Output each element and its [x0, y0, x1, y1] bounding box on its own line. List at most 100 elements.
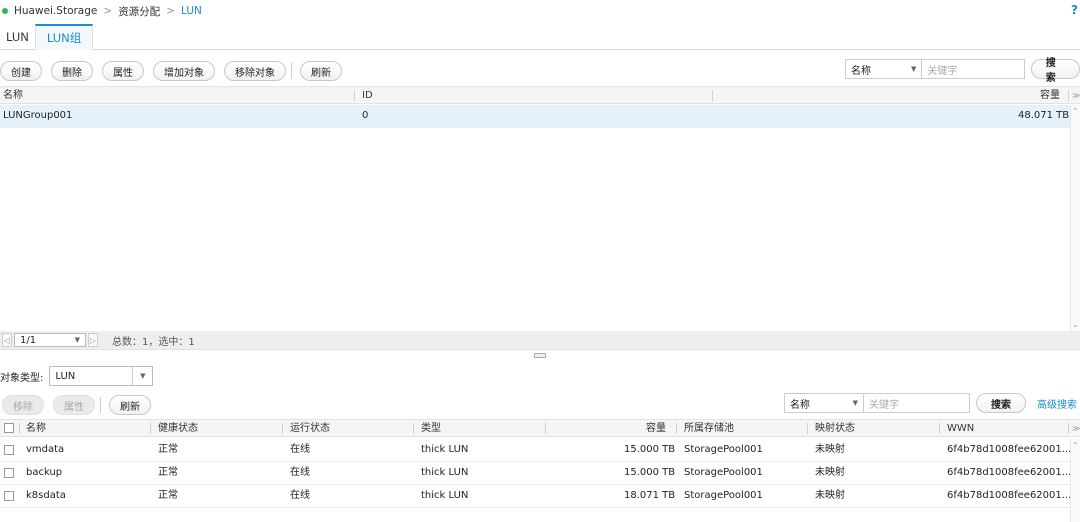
search-field-select[interactable]: 名称 ▼ — [845, 59, 923, 79]
search-input[interactable]: 关键字 — [922, 59, 1025, 79]
cell-wwn: 6f4b78d1008fee62001... — [947, 467, 1072, 478]
column-divider — [712, 90, 713, 101]
cell-wwn: 6f4b78d1008fee62001... — [947, 490, 1072, 501]
cell-running: 在线 — [290, 490, 310, 501]
lun-group-table-header: 名称 ID 容量 ≫ — [0, 86, 1080, 104]
member-search-field-select[interactable]: 名称 ▼ — [784, 393, 864, 413]
bottom-toolbar: 移除 属性 刷新 — [2, 394, 160, 416]
select-all-checkbox[interactable] — [4, 423, 14, 433]
column-header-capacity[interactable]: 容量 — [646, 420, 666, 437]
column-header-capacity[interactable]: 容量 — [1040, 87, 1060, 104]
cell-capacity: 15.000 TB — [624, 467, 676, 478]
properties-button[interactable]: 属性 — [102, 61, 144, 81]
column-divider — [413, 423, 414, 434]
cell-mapping: 未映射 — [815, 444, 845, 455]
create-button[interactable]: 创建 — [0, 61, 42, 81]
member-search-field-value: 名称 — [790, 399, 810, 411]
table-row[interactable]: LUNGroup001 0 48.071 TB — [0, 105, 1070, 128]
tab-lun-group[interactable]: LUN组 — [34, 24, 94, 50]
add-object-button[interactable]: 增加对象 — [153, 61, 215, 81]
table-row[interactable]: backup 正常 在线 thick LUN 15.000 TB Storage… — [0, 462, 1072, 485]
column-header-running[interactable]: 运行状态 — [290, 420, 330, 437]
drag-handle-icon[interactable] — [534, 353, 546, 358]
remove-button[interactable]: 移除 — [2, 395, 44, 415]
cell-running: 在线 — [290, 444, 310, 455]
member-refresh-button[interactable]: 刷新 — [109, 395, 151, 415]
column-divider — [1068, 90, 1069, 101]
breadcrumb-item-allocation[interactable]: 资源分配 — [118, 4, 160, 19]
scroll-down-icon[interactable]: ⌄ — [1072, 320, 1079, 329]
cell-health: 正常 — [158, 467, 178, 478]
object-type-select[interactable]: LUN ▼ — [49, 366, 154, 386]
cell-mapping: 未映射 — [815, 490, 845, 501]
pager: ◁ 1/1 ▼ ▷ 总数：1，选中：1 — [0, 331, 1080, 349]
page-select[interactable]: 1/1 ▼ — [14, 333, 86, 347]
breadcrumb-separator: > — [166, 5, 175, 17]
cell-name: k8sdata — [26, 490, 66, 501]
column-divider — [354, 90, 355, 101]
pager-summary: 总数：1，选中：1 — [112, 336, 195, 348]
column-header-id[interactable]: ID — [362, 87, 373, 104]
table-row[interactable]: vmdata 正常 在线 thick LUN 15.000 TB Storage… — [0, 439, 1071, 462]
search-button[interactable]: 搜索 — [1030, 58, 1080, 84]
refresh-button[interactable]: 刷新 — [300, 61, 342, 81]
object-type-label: 对象类型: — [0, 372, 44, 384]
member-search-button[interactable]: 搜索 — [976, 393, 1026, 413]
column-header-health[interactable]: 健康状态 — [158, 420, 198, 437]
member-properties-button[interactable]: 属性 — [53, 395, 95, 415]
column-header-pool[interactable]: 所属存储池 — [684, 420, 734, 437]
member-table-header: 名称 健康状态 运行状态 类型 容量 所属存储池 映射状态 WWN ≫ — [0, 419, 1080, 437]
breadcrumb: Huawei.Storage > 资源分配 > LUN — [0, 0, 1080, 22]
column-divider — [150, 423, 151, 434]
column-settings-icon[interactable]: ≫ — [1072, 87, 1080, 104]
breadcrumb-item-storage[interactable]: Huawei.Storage — [14, 5, 97, 17]
row-checkbox[interactable] — [4, 445, 14, 455]
tab-bar: LUN LUN组 — [0, 24, 1080, 50]
object-type-value: LUN — [55, 370, 76, 382]
column-divider — [19, 423, 20, 434]
toolbar-divider — [100, 397, 101, 413]
column-settings-icon[interactable]: ≫ — [1072, 420, 1080, 437]
page-value: 1/1 — [20, 334, 37, 346]
chevron-down-icon: ▼ — [852, 399, 858, 407]
chevron-down-icon: ▼ — [132, 367, 152, 385]
toolbar-divider — [291, 63, 292, 79]
search-field-value: 名称 — [851, 65, 871, 77]
cell-running: 在线 — [290, 467, 310, 478]
column-header-wwn[interactable]: WWN — [947, 420, 974, 437]
top-table-scrollbar[interactable]: ⌃ ⌄ — [1070, 105, 1080, 331]
column-header-type[interactable]: 类型 — [421, 420, 441, 437]
breadcrumb-separator: > — [103, 5, 113, 17]
column-header-name[interactable]: 名称 — [26, 420, 46, 437]
member-search-input[interactable]: 关键字 — [864, 393, 970, 413]
panel-splitter[interactable] — [0, 349, 1080, 361]
cell-capacity: 15.000 TB — [624, 444, 676, 455]
next-page-icon[interactable]: ▷ — [88, 333, 98, 347]
row-checkbox[interactable] — [4, 491, 14, 501]
column-divider — [545, 423, 546, 434]
cell-name: vmdata — [26, 444, 65, 455]
chevron-down-icon: ▼ — [74, 336, 80, 344]
cell-type: thick LUN — [421, 490, 469, 501]
help-icon[interactable]: ? — [1071, 3, 1078, 17]
advanced-search-link[interactable]: 高级搜索 — [1037, 396, 1077, 411]
column-header-mapping[interactable]: 映射状态 — [815, 420, 855, 437]
cell-capacity: 48.071 TB — [1018, 110, 1070, 121]
prev-page-icon[interactable]: ◁ — [2, 333, 12, 347]
delete-button[interactable]: 删除 — [51, 61, 93, 81]
remove-object-button[interactable]: 移除对象 — [224, 61, 286, 81]
table-row[interactable]: k8sdata 正常 在线 thick LUN 18.071 TB Storag… — [0, 485, 1072, 508]
cell-name: LUNGroup001 — [3, 110, 73, 121]
cell-pool: StoragePool001 — [684, 467, 763, 478]
cell-type: thick LUN — [421, 444, 469, 455]
tab-lun[interactable]: LUN — [0, 24, 35, 50]
column-divider — [676, 423, 677, 434]
column-divider — [807, 423, 808, 434]
member-table-scrollbar[interactable]: ⌃ — [1070, 439, 1080, 522]
column-header-name[interactable]: 名称 — [3, 87, 23, 104]
scroll-up-icon[interactable]: ⌃ — [1072, 441, 1079, 450]
scroll-up-icon[interactable]: ⌃ — [1072, 107, 1079, 116]
cell-type: thick LUN — [421, 467, 469, 478]
status-dot-icon — [2, 8, 8, 14]
row-checkbox[interactable] — [4, 468, 14, 478]
